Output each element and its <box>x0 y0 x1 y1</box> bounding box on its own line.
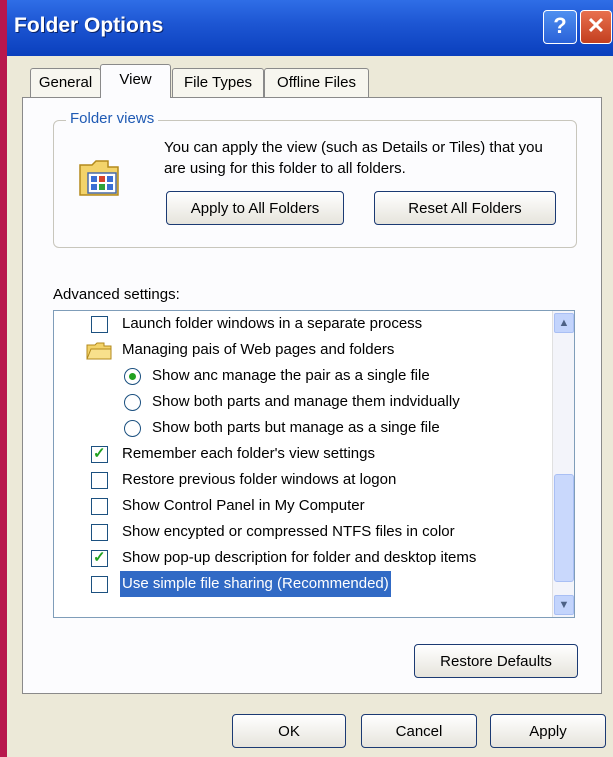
tab-view[interactable]: View <box>100 64 171 98</box>
restore-defaults-button[interactable]: Restore Defaults <box>414 644 578 678</box>
list-item-label: Show pop-up description for folder and d… <box>122 549 477 566</box>
folder-options-dialog: Folder Options ? ✕ General View File Typ… <box>0 0 613 757</box>
help-icon: ? <box>553 13 567 38</box>
scroll-thumb[interactable] <box>554 474 574 582</box>
list-item[interactable]: Restore previous folder windows at logon <box>54 467 552 493</box>
list-item[interactable]: Show pop-up description for folder and d… <box>54 545 552 571</box>
checkbox[interactable] <box>91 524 108 541</box>
checkbox[interactable] <box>91 316 108 333</box>
view-tab-panel: Folder views You can apply the view (suc… <box>22 97 602 694</box>
list-item-label: Launch folder windows in a separate proc… <box>122 315 423 332</box>
list-item-label: Show Control Panel in My Computer <box>122 497 365 514</box>
checkbox[interactable] <box>91 576 108 593</box>
apply-to-all-folders-button[interactable]: Apply to All Folders <box>166 191 344 225</box>
checkbox[interactable] <box>91 441 108 467</box>
close-icon: ✕ <box>586 13 606 38</box>
window-frame-edge <box>0 0 7 757</box>
tab-general[interactable]: General <box>30 68 101 97</box>
list-item[interactable]: Show encypted or compressed NTFS files i… <box>54 519 552 545</box>
folder-views-icon <box>79 160 119 196</box>
list-item-label: Show encypted or compressed NTFS files i… <box>122 523 455 540</box>
list-item-label: Show both parts and manage them indvidua… <box>152 393 460 410</box>
radio-button[interactable] <box>124 420 141 437</box>
folder-views-group: Folder views You can apply the view (suc… <box>53 110 577 248</box>
scroll-down-icon[interactable]: ▼ <box>554 595 574 615</box>
cancel-button[interactable]: Cancel <box>361 714 477 748</box>
folder-icon <box>86 342 112 360</box>
scroll-up-icon[interactable]: ▲ <box>554 313 574 333</box>
list-item-label: Show both parts but manage as a singe fi… <box>152 419 440 436</box>
close-button[interactable]: ✕ <box>580 10 612 44</box>
list-item[interactable]: Remember each folder's view settings <box>54 441 552 467</box>
list-item-label: Restore previous folder windows at logon <box>122 471 397 488</box>
advanced-settings-list[interactable]: Launch folder windows in a separate proc… <box>53 310 575 618</box>
list-item: Managing pais of Web pages and folders <box>54 337 552 363</box>
list-item-label: Show anc manage the pair as a single fil… <box>152 367 430 384</box>
list-item-label: Use simple file sharing (Recommended) <box>120 571 391 597</box>
list-item-selected[interactable]: Use simple file sharing (Recommended) <box>54 571 552 597</box>
list-item[interactable]: Launch folder windows in a separate proc… <box>54 311 552 337</box>
checkbox[interactable] <box>91 498 108 515</box>
tab-offline-files[interactable]: Offline Files <box>264 68 369 97</box>
list-item[interactable]: Show anc manage the pair as a single fil… <box>54 363 552 389</box>
radio-button[interactable] <box>124 394 141 411</box>
checkbox[interactable] <box>91 545 108 571</box>
list-item-label: Remember each folder's view settings <box>122 445 375 462</box>
list-item[interactable]: Show both parts and manage them indvidua… <box>54 389 552 415</box>
help-button[interactable]: ? <box>543 10 577 44</box>
vertical-scrollbar[interactable]: ▲ ▼ <box>552 311 574 617</box>
ok-button[interactable]: OK <box>232 714 346 748</box>
list-item[interactable]: Show Control Panel in My Computer <box>54 493 552 519</box>
list-item-label: Managing pais of Web pages and folders <box>122 341 395 358</box>
apply-button[interactable]: Apply <box>490 714 606 748</box>
list-item[interactable]: Show both parts but manage as a singe fi… <box>54 415 552 441</box>
advanced-settings-label: Advanced settings: <box>53 286 180 303</box>
reset-all-folders-button[interactable]: Reset All Folders <box>374 191 556 225</box>
tab-file-types[interactable]: File Types <box>172 68 264 97</box>
checkbox[interactable] <box>91 472 108 489</box>
window-title: Folder Options <box>14 14 164 37</box>
folder-views-legend: Folder views <box>66 110 159 127</box>
radio-button[interactable] <box>124 368 141 385</box>
folder-views-description: You can apply the view (such as Details … <box>164 139 543 177</box>
title-bar[interactable]: Folder Options ? ✕ <box>0 0 613 56</box>
